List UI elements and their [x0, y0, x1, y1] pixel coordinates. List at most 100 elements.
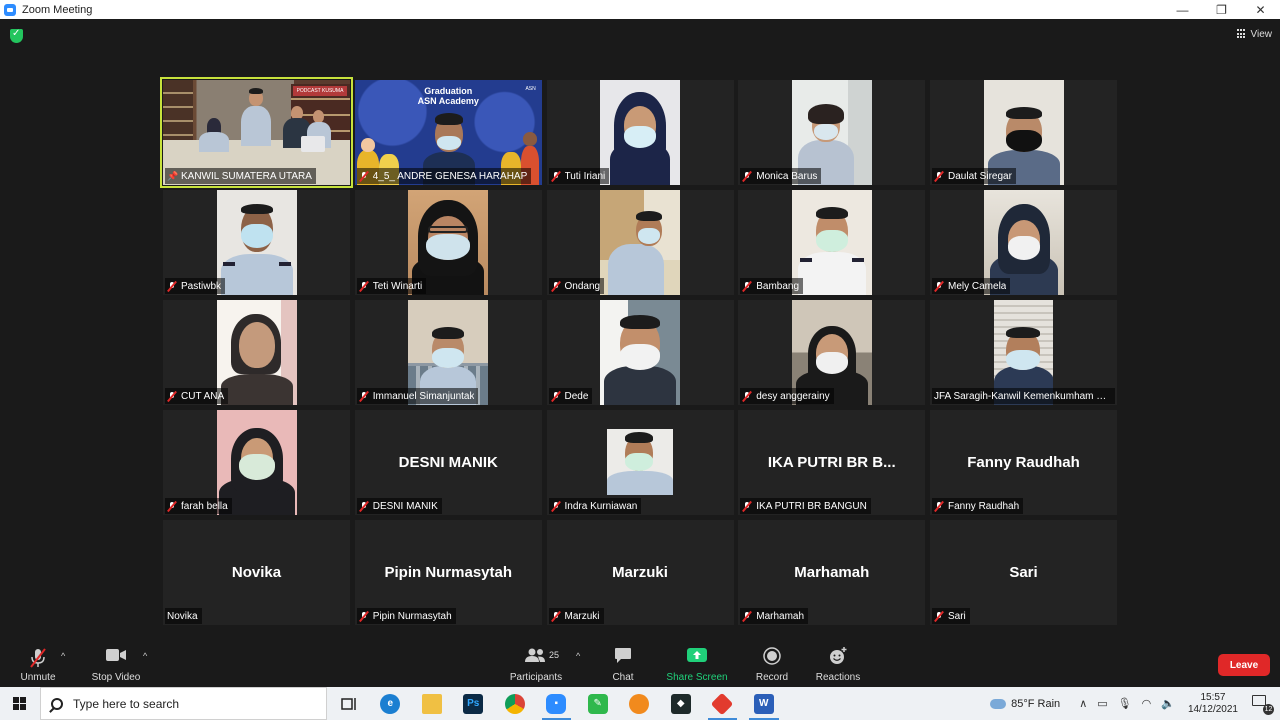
participant-tile[interactable]: Novika Novika — [163, 520, 350, 625]
participant-tile[interactable]: Dede — [546, 300, 734, 405]
participant-tile[interactable]: Sari Sari — [930, 520, 1117, 625]
chat-label: Chat — [612, 672, 634, 683]
participant-name: desy anggerainy — [756, 390, 830, 402]
pin-icon: 📌 — [167, 170, 179, 181]
unmute-button[interactable]: Unmute — [18, 637, 58, 687]
tray-chevron-icon[interactable]: ∧ — [1079, 697, 1087, 710]
participant-tile[interactable]: Ondang — [546, 190, 734, 295]
participant-name: Daulat Siregar — [948, 170, 1012, 182]
volume-icon[interactable]: 🔈 — [1161, 697, 1175, 710]
participant-name: KANWIL SUMATERA UTARA — [181, 170, 312, 182]
view-button[interactable]: View — [1236, 26, 1272, 42]
participant-tile[interactable]: Pipin Nurmasytah Pipin Nurmasytah — [354, 520, 542, 625]
participants-options-caret-icon[interactable]: ^ — [576, 651, 580, 661]
search-icon — [51, 697, 63, 710]
notification-center-icon[interactable]: 12 — [1252, 694, 1274, 715]
start-button[interactable] — [0, 687, 40, 720]
participant-tile[interactable]: Marhamah Marhamah — [738, 520, 926, 625]
weather-widget[interactable]: 85°F Rain — [990, 698, 1060, 710]
participant-name-bar: Fanny Raudhah — [932, 498, 1024, 514]
participant-name-bar: desy anggerainy — [740, 388, 834, 404]
participant-name: Pastiwbk — [181, 280, 222, 292]
participant-name-bar: Dede — [548, 388, 593, 404]
participant-name: Bambang — [756, 280, 800, 292]
audio-options-caret-icon[interactable]: ^ — [61, 651, 65, 661]
chrome-icon[interactable] — [494, 687, 536, 720]
participant-name: Novika — [167, 610, 198, 622]
wifi-icon[interactable]: ◠ — [1142, 697, 1152, 710]
record-icon — [763, 647, 781, 665]
participant-tile[interactable]: farah bella — [163, 410, 350, 515]
participant-tile[interactable]: Pastiwbk — [163, 190, 350, 295]
participant-tile[interactable]: Fanny Raudhah Fanny Raudhah — [930, 410, 1117, 515]
participant-tile[interactable]: CUT ANA — [163, 300, 350, 405]
word-icon[interactable]: W — [743, 687, 785, 720]
close-button[interactable]: ✕ — [1241, 0, 1280, 19]
photoshop-icon[interactable]: Ps — [453, 687, 495, 720]
participant-name-bar: CUT ANA — [165, 388, 229, 404]
clock-time: 15:57 — [1200, 691, 1226, 703]
leave-button[interactable]: Leave — [1218, 654, 1270, 676]
zoom-taskbar-icon[interactable]: ▪ — [536, 687, 578, 720]
muted-microphone-icon — [742, 501, 752, 512]
participant-tile[interactable]: Immanuel Simanjuntak — [354, 300, 542, 405]
tray-device-icon[interactable]: ▭ — [1097, 697, 1107, 710]
participant-name-bar: Immanuel Simanjuntak — [356, 388, 479, 404]
participant-tile[interactable]: Bambang — [738, 190, 926, 295]
participant-display-name: Sari — [1009, 564, 1038, 581]
participant-name: Marhamah — [756, 610, 805, 622]
participant-tile[interactable]: Teti Winarti — [354, 190, 542, 295]
maximize-button[interactable]: ❐ — [1202, 0, 1241, 19]
taskbar-search-box[interactable]: Type here to search — [40, 687, 327, 720]
chat-button[interactable]: Chat — [608, 637, 638, 687]
participant-tile[interactable]: desy anggerainy — [738, 300, 926, 405]
stop-video-button[interactable]: Stop Video — [88, 637, 144, 687]
share-screen-button[interactable]: Share Screen — [666, 637, 728, 687]
search-placeholder: Type here to search — [73, 696, 180, 711]
participant-tile[interactable]: Monica Barus — [738, 80, 926, 185]
participant-name-bar: Sari — [932, 608, 970, 624]
participant-name: Teti Winarti — [372, 280, 423, 292]
participant-video — [216, 190, 297, 295]
green-app-icon[interactable]: ✎ — [577, 687, 619, 720]
muted-microphone-icon — [359, 611, 369, 622]
muted-microphone-icon — [551, 611, 561, 622]
tray-microphone-icon[interactable]: 🎙 — [1118, 697, 1132, 710]
participant-name-bar: Novika — [165, 608, 202, 624]
file-explorer-icon[interactable] — [411, 687, 453, 720]
participants-button[interactable]: 25 Participants — [505, 637, 567, 687]
participant-tile[interactable]: PODCAST KUSUMA 📌 KANWIL SUMATERA UTARA — [160, 77, 353, 188]
edge-icon[interactable]: e — [370, 687, 412, 720]
participant-tile[interactable]: IKA PUTRI BR B... IKA PUTRI BR BANGUN — [738, 410, 926, 515]
reactions-button[interactable]: Reactions — [815, 637, 861, 687]
participant-tile[interactable]: Tuti Iriani — [546, 80, 734, 185]
participant-tile[interactable]: Indra Kurniawan — [546, 410, 734, 515]
system-tray: 85°F Rain ∧ ▭ 🎙 ◠ 🔈 15:57 14/12/2021 12 — [990, 687, 1280, 720]
participant-name: DESNI MANIK — [372, 500, 438, 512]
participant-tile[interactable]: DESNI MANIK DESNI MANIK — [354, 410, 542, 515]
reactions-smiley-icon — [830, 647, 847, 664]
participant-name: Ondang — [564, 280, 601, 292]
system-clock[interactable]: 15:57 14/12/2021 — [1188, 692, 1238, 716]
participant-tile[interactable]: Marzuki Marzuki — [546, 520, 734, 625]
capcut-icon[interactable]: ◆ — [660, 687, 702, 720]
minimize-button[interactable]: — — [1163, 0, 1202, 19]
participant-tile[interactable]: JFA Saragih-Kanwil Kemenkumham S... — [930, 300, 1117, 405]
participant-tile[interactable]: Graduation ASN Academy ASN 4_5_ ANDRE GEN… — [354, 80, 542, 185]
muted-microphone-icon — [30, 648, 46, 668]
gallery-grid: PODCAST KUSUMA 📌 KANWIL SUMATERA UTARA Gr… — [160, 77, 1117, 625]
task-view-icon[interactable] — [328, 687, 370, 720]
red-app-icon[interactable] — [702, 687, 744, 720]
orange-app-icon[interactable] — [619, 687, 661, 720]
participant-name: Marzuki — [564, 610, 600, 622]
participant-display-name: Pipin Nurmasytah — [384, 564, 513, 581]
encryption-shield-icon[interactable] — [10, 28, 23, 43]
participant-tile[interactable]: Daulat Siregar — [930, 80, 1117, 185]
record-label: Record — [755, 672, 789, 683]
participant-name: Immanuel Simanjuntak — [372, 390, 475, 402]
participant-tile[interactable]: Mely Camela — [930, 190, 1117, 295]
taskbar-apps: e Ps ▪ ✎ ◆ W — [328, 687, 785, 720]
record-button[interactable]: Record — [754, 637, 790, 687]
participant-name: Tuti Iriani — [564, 170, 606, 182]
video-options-caret-icon[interactable]: ^ — [143, 651, 147, 661]
